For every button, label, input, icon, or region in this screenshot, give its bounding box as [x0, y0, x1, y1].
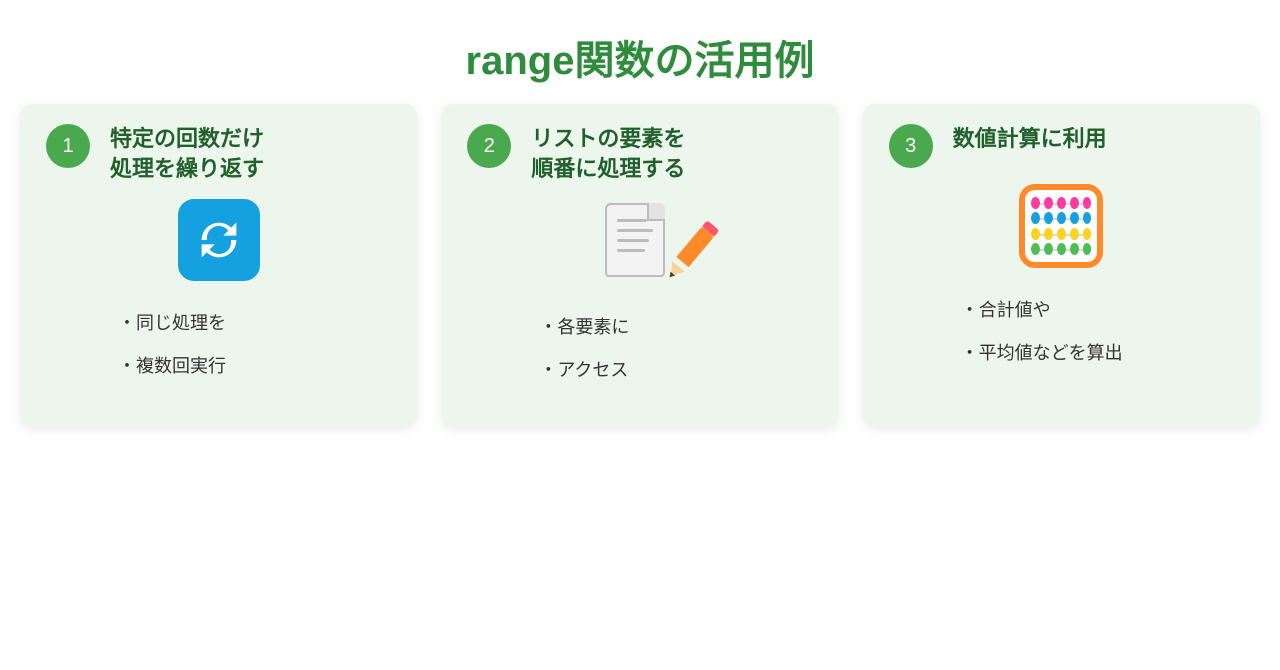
card-calc: 3 数値計算に利用 ・合計値や ・平均値などを算出 — [863, 104, 1260, 427]
card-title-3: 数値計算に利用 — [953, 124, 1107, 154]
refresh-icon — [178, 199, 260, 281]
card-title-line: リストの要素を — [531, 124, 685, 154]
icon-wrap — [889, 184, 1234, 268]
bullet: ・合計値や — [961, 296, 1234, 325]
page-title: range関数の活用例 — [0, 0, 1280, 104]
card-title-1: 特定の回数だけ 処理を繰り返す — [110, 124, 264, 183]
bullet: ・アクセス — [539, 356, 812, 385]
bullet: ・各要素に — [539, 313, 812, 342]
cards-row: 1 特定の回数だけ 処理を繰り返す ・同じ処理を ・複数回実行 2 リストの要素… — [0, 104, 1280, 427]
card-repeat: 1 特定の回数だけ 処理を繰り返す ・同じ処理を ・複数回実行 — [20, 104, 417, 427]
bullet: ・複数回実行 — [118, 352, 391, 381]
card-title-line: 順番に処理する — [531, 154, 685, 184]
badge-2: 2 — [467, 124, 511, 168]
abacus-icon — [1019, 184, 1103, 268]
icon-wrap — [46, 199, 391, 281]
badge-1: 1 — [46, 124, 90, 168]
icon-wrap — [467, 199, 812, 285]
bullets: ・同じ処理を ・複数回実行 — [46, 309, 391, 381]
card-head: 1 特定の回数だけ 処理を繰り返す — [46, 124, 391, 183]
card-title-line: 処理を繰り返す — [110, 154, 264, 184]
card-head: 3 数値計算に利用 — [889, 124, 1234, 168]
card-title-line: 数値計算に利用 — [953, 124, 1107, 154]
card-list: 2 リストの要素を 順番に処理する — [441, 104, 838, 427]
card-title-line: 特定の回数だけ — [110, 124, 264, 154]
bullet: ・同じ処理を — [118, 309, 391, 338]
card-head: 2 リストの要素を 順番に処理する — [467, 124, 812, 183]
card-title-2: リストの要素を 順番に処理する — [531, 124, 685, 183]
badge-3: 3 — [889, 124, 933, 168]
bullets: ・各要素に ・アクセス — [467, 313, 812, 385]
bullets: ・合計値や ・平均値などを算出 — [889, 296, 1234, 368]
note-pencil-icon — [597, 199, 683, 285]
bullet: ・平均値などを算出 — [961, 339, 1234, 368]
